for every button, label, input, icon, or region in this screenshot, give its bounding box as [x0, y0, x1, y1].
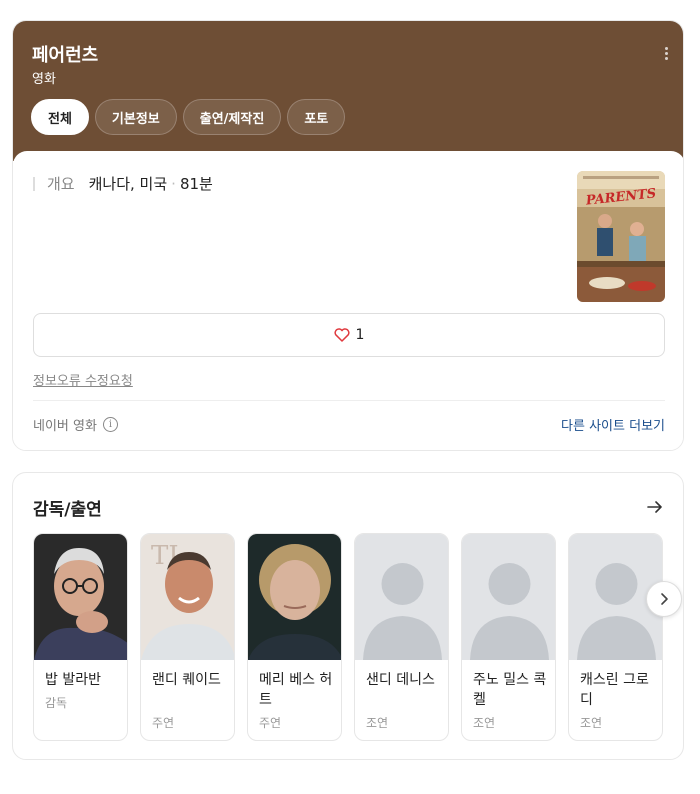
person-role: 감독	[45, 696, 68, 710]
person-name: 밥 발라반	[45, 672, 101, 688]
person-role: 조연	[580, 716, 603, 730]
person-photo: TI	[141, 534, 234, 660]
person-name: 랜디 퀘이드	[152, 672, 221, 688]
person-name: 캐스린 그로디	[580, 672, 649, 708]
tab-bar: 전체 기본정보 출연/제작진 포토	[31, 99, 346, 135]
overview-country: 캐나다, 미국	[88, 175, 168, 193]
chevron-right-icon	[661, 593, 668, 605]
movie-info-card: 페어런츠 영화 전체 기본정보 출연/제작진 포토 개요 캐나다, 미국 · 8…	[12, 20, 684, 451]
heart-icon	[334, 328, 350, 342]
person-photo	[34, 534, 127, 660]
cast-card-person[interactable]: 샌디 데니스 조연	[354, 533, 449, 741]
cast-card-person[interactable]: 밥 발라반 감독	[33, 533, 128, 741]
arrow-right-icon[interactable]	[645, 497, 665, 517]
cast-section-title: 감독/출연	[33, 500, 102, 520]
tab-cast-crew[interactable]: 출연/제작진	[182, 99, 282, 135]
divider	[33, 400, 665, 401]
cast-card-person[interactable]: 메리 베스 허트 주연	[247, 533, 342, 741]
like-count: 1	[355, 327, 365, 343]
person-role: 조연	[366, 716, 389, 730]
source-label: 네이버 영화 i	[33, 415, 118, 434]
person-photo	[248, 534, 341, 660]
cast-card-person[interactable]: TI 랜디 퀘이드 주연	[140, 533, 235, 741]
cast-card: 감독/출연 밥 발라반 감독 TI 랜디 퀘이드 주연 메리 베스 허트 주연 …	[12, 472, 684, 760]
like-button[interactable]: 1	[33, 313, 665, 357]
other-sites-link[interactable]: 다른 사이트 더보기	[561, 415, 665, 434]
person-name: 주노 밀스 콕켈	[473, 672, 547, 708]
overview-row: 개요 캐나다, 미국 · 81분	[33, 173, 213, 194]
person-name: 샌디 데니스	[366, 672, 435, 688]
tab-photos[interactable]: 포토	[287, 99, 346, 135]
movie-header: 페어런츠 영화 전체 기본정보 출연/제작진 포토	[13, 21, 683, 161]
person-role: 조연	[473, 716, 496, 730]
person-role: 주연	[259, 716, 282, 730]
person-placeholder-icon	[462, 534, 555, 660]
movie-poster[interactable]: PARENTS	[577, 171, 665, 302]
cast-list: 밥 발라반 감독 TI 랜디 퀘이드 주연 메리 베스 허트 주연 샌디 데니스…	[33, 533, 663, 741]
movie-category: 영화	[32, 72, 56, 87]
cast-card-person[interactable]: 주노 밀스 콕켈 조연	[461, 533, 556, 741]
carousel-next-button[interactable]	[646, 581, 682, 617]
tab-basic-info[interactable]: 기본정보	[94, 99, 177, 135]
more-options-icon[interactable]	[661, 47, 671, 63]
info-icon[interactable]: i	[102, 417, 118, 432]
report-error-link[interactable]: 정보오류 수정요청	[33, 370, 133, 389]
movie-summary: 개요 캐나다, 미국 · 81분 PARENTS 1 정보오류 수정요청 네이버…	[13, 151, 683, 450]
person-role: 주연	[152, 716, 175, 730]
tab-all[interactable]: 전체	[31, 99, 89, 135]
source-name: 네이버 영화	[33, 419, 97, 434]
overview-divider	[33, 176, 35, 191]
separator-dot: ·	[171, 174, 176, 193]
movie-title: 페어런츠	[32, 45, 99, 66]
overview-runtime: 81분	[179, 175, 213, 193]
person-placeholder-icon	[355, 534, 448, 660]
cast-card-person[interactable]: 캐스린 그로디 조연	[568, 533, 663, 741]
overview-label: 개요	[47, 175, 75, 193]
person-name: 메리 베스 허트	[259, 672, 333, 708]
